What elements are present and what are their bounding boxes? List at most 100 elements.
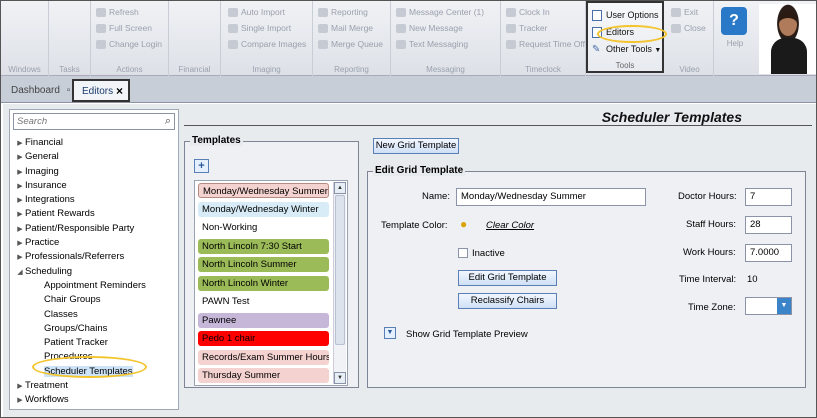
expand-arrow-icon[interactable]: ▶ bbox=[15, 208, 25, 222]
expand-arrow-icon[interactable]: ▶ bbox=[15, 194, 25, 208]
template-list-item[interactable]: North Lincoln 7:30 Start bbox=[198, 238, 329, 254]
doctor-hours-input[interactable]: 7 bbox=[745, 188, 792, 206]
chevron-down-icon[interactable]: ▼ bbox=[777, 298, 791, 314]
editor-content: ⌕ ▶Financial ▶General ▶Imaging ▶Insuranc… bbox=[3, 104, 816, 417]
tree-item-workflows[interactable]: ▶ Workflows bbox=[10, 393, 178, 407]
tree-item-professionals-referrers[interactable]: ▶ Professionals/Referrers bbox=[10, 250, 178, 264]
inactive-checkbox[interactable] bbox=[458, 248, 468, 258]
pin-icon[interactable]: ▫ bbox=[67, 85, 71, 96]
template-list-item[interactable]: Monday/Wednesday Winter bbox=[198, 201, 329, 217]
staff-hours-label: Staff Hours: bbox=[686, 219, 736, 230]
tree-item-scheduling[interactable]: ◢ Scheduling bbox=[10, 265, 178, 279]
full-screen-button[interactable]: Full Screen bbox=[95, 21, 152, 36]
chevron-down-icon[interactable]: ▼ bbox=[384, 327, 396, 339]
expand-arrow-icon[interactable]: ▶ bbox=[15, 137, 25, 151]
expand-arrow-icon[interactable]: ▶ bbox=[15, 151, 25, 165]
merge-queue-button[interactable]: Merge Queue bbox=[317, 37, 383, 52]
other-tools-button[interactable]: ✎ Other Tools ▼ bbox=[592, 42, 661, 57]
tab-editors-label: Editors bbox=[82, 86, 114, 97]
work-hours-input[interactable]: 7.0000 bbox=[745, 244, 792, 262]
staff-hours-input[interactable]: 28 bbox=[745, 216, 792, 234]
message-center-button[interactable]: Message Center (1) bbox=[395, 5, 484, 20]
tree-item-appointment-reminders[interactable]: Appointment Reminders bbox=[10, 279, 178, 293]
tree-item-label: Workflows bbox=[25, 394, 69, 406]
tree-item-patient-tracker[interactable]: Patient Tracker bbox=[10, 336, 178, 350]
request-time-off-button[interactable]: Request Time Off bbox=[505, 37, 585, 52]
tree-item-label: Financial bbox=[25, 137, 64, 148]
tree-item-treatment[interactable]: ▶ Treatment bbox=[10, 379, 178, 393]
add-template-button[interactable]: + bbox=[194, 159, 209, 173]
expand-arrow-icon[interactable]: ▶ bbox=[15, 223, 25, 237]
new-message-button[interactable]: New Message bbox=[395, 21, 463, 36]
tree-item-imaging[interactable]: ▶ Imaging bbox=[10, 165, 178, 179]
name-input[interactable]: Monday/Wednesday Summer bbox=[456, 188, 646, 206]
user-photo-head bbox=[779, 12, 797, 36]
tools-group-label: Tools bbox=[615, 61, 635, 70]
expand-arrow-icon[interactable]: ▶ bbox=[15, 166, 25, 180]
ribbon: Windows Tasks Refresh Full Screen Change… bbox=[1, 1, 816, 76]
expand-arrow-icon[interactable]: ▶ bbox=[15, 237, 25, 251]
tab-editors[interactable]: Editors × bbox=[72, 79, 130, 102]
tree-item-patient-rewards[interactable]: ▶ Patient Rewards bbox=[10, 207, 178, 221]
expand-arrow-icon[interactable]: ▶ bbox=[15, 251, 25, 265]
tree-item-general[interactable]: ▶ General bbox=[10, 150, 178, 164]
new-grid-template-button[interactable]: New Grid Template bbox=[373, 138, 459, 154]
time-zone-select[interactable]: ▼ bbox=[745, 297, 792, 315]
palette-icon[interactable]: ● bbox=[460, 217, 467, 231]
edit-grid-template-button[interactable]: Edit Grid Template bbox=[458, 270, 557, 286]
tree-item-label: Imaging bbox=[25, 165, 59, 177]
search-icon[interactable]: ⌕ bbox=[165, 115, 171, 128]
show-preview-label: Show Grid Template Preview bbox=[406, 329, 528, 340]
mail-merge-button[interactable]: Mail Merge bbox=[317, 21, 373, 36]
template-list-item[interactable]: PAWN Test bbox=[198, 294, 329, 309]
search-input[interactable] bbox=[14, 114, 154, 129]
clear-color-link[interactable]: Clear Color bbox=[486, 220, 534, 231]
tracker-button[interactable]: Tracker bbox=[505, 21, 548, 36]
refresh-button[interactable]: Refresh bbox=[95, 5, 139, 20]
ribbon-group-label: Financial bbox=[178, 65, 211, 74]
text-messaging-button[interactable]: Text Messaging bbox=[395, 37, 468, 52]
templates-scrollbar[interactable]: ▲ ▼ bbox=[333, 182, 346, 384]
template-list-item[interactable]: Thursday Summer bbox=[198, 368, 329, 383]
tree-item-integrations[interactable]: ▶ Integrations bbox=[10, 193, 178, 207]
help-icon[interactable]: ? bbox=[721, 7, 747, 35]
help-label: Help bbox=[726, 39, 744, 48]
scroll-up-icon[interactable]: ▲ bbox=[334, 182, 346, 194]
tree-item-chair-groups[interactable]: Chair Groups bbox=[10, 293, 178, 307]
expand-arrow-icon[interactable]: ▶ bbox=[15, 180, 25, 194]
template-list-item[interactable]: Pawnee bbox=[198, 312, 329, 328]
wrench-icon: ✎ bbox=[592, 44, 601, 55]
template-list-item[interactable]: North Lincoln Summer bbox=[198, 257, 329, 272]
template-list-item[interactable]: Non-Working bbox=[198, 220, 329, 235]
tree-item-insurance[interactable]: ▶ Insurance bbox=[10, 179, 178, 193]
reclassify-chairs-button[interactable]: Reclassify Chairs bbox=[458, 293, 557, 309]
tree-item-groups-chains[interactable]: Groups/Chains bbox=[10, 322, 178, 336]
expand-arrow-icon[interactable]: ▶ bbox=[15, 394, 25, 408]
template-list-item[interactable]: North Lincoln Winter bbox=[198, 275, 329, 291]
collapse-arrow-icon[interactable]: ◢ bbox=[15, 266, 25, 280]
template-list-item[interactable]: Pedo 1 chair bbox=[198, 331, 329, 346]
tree-item-financial[interactable]: ▶ Financial bbox=[10, 136, 178, 150]
expand-arrow-icon[interactable]: ▶ bbox=[15, 380, 25, 394]
tree-item-practice[interactable]: ▶ Practice bbox=[10, 236, 178, 250]
auto-import-button[interactable]: Auto Import bbox=[227, 5, 285, 20]
tab-dashboard[interactable]: Dashboard ▫ bbox=[7, 82, 70, 100]
scroll-down-icon[interactable]: ▼ bbox=[334, 372, 346, 384]
change-login-button[interactable]: Change Login bbox=[95, 37, 162, 52]
tree-item-classes[interactable]: Classes bbox=[10, 308, 178, 322]
scroll-thumb[interactable] bbox=[335, 195, 345, 345]
template-list-item[interactable]: Monday/Wednesday Summer bbox=[198, 183, 329, 198]
exit-button[interactable]: Exit bbox=[670, 5, 698, 20]
template-list-item[interactable]: Records/Exam Summer Hours bbox=[198, 349, 329, 365]
single-import-button[interactable]: Single Import bbox=[227, 21, 291, 36]
close-icon[interactable]: × bbox=[116, 81, 123, 102]
reporting-button[interactable]: Reporting bbox=[317, 5, 368, 20]
user-options-button[interactable]: User Options bbox=[592, 8, 659, 23]
templates-list[interactable]: Monday/Wednesday Summer Monday/Wednesday … bbox=[194, 180, 348, 386]
clock-in-button[interactable]: Clock In bbox=[505, 5, 550, 20]
compare-images-button[interactable]: Compare Images bbox=[227, 37, 306, 52]
tree-item-patient-responsible-party[interactable]: ▶ Patient/Responsible Party bbox=[10, 222, 178, 236]
close-button[interactable]: Close bbox=[670, 21, 706, 36]
app-window: Windows Tasks Refresh Full Screen Change… bbox=[0, 0, 817, 418]
tab-dashboard-label: Dashboard bbox=[11, 85, 60, 96]
